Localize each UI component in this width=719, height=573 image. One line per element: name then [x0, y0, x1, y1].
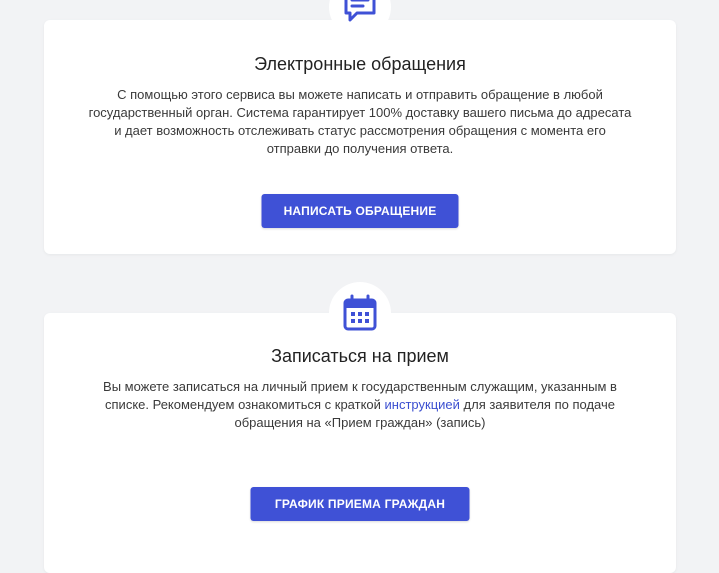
- write-appeal-button[interactable]: НАПИСАТЬ ОБРАЩЕНИЕ: [261, 194, 459, 228]
- reception-text-segment: списке. Рекомендуем ознакомиться с кратк…: [105, 397, 385, 412]
- appeals-icon-badge: [329, 0, 391, 38]
- reception-card: Записаться на прием Вы можете записаться…: [44, 282, 676, 573]
- reception-text-segment: для заявителя по подаче: [459, 397, 615, 412]
- appeals-text-line: отправки до получения ответа.: [266, 141, 454, 156]
- appeals-description: С помощью этого сервиса вы можете написа…: [64, 86, 656, 158]
- reception-description: Вы можете записаться на личный прием к г…: [64, 378, 656, 432]
- reception-text-line: списке. Рекомендуем ознакомиться с кратк…: [64, 396, 656, 414]
- appeals-card: Электронные обращения С помощью этого се…: [44, 0, 676, 254]
- appeals-text-line: С помощью этого сервиса вы можете написа…: [117, 87, 603, 102]
- reception-text-line: Вы можете записаться на личный прием к г…: [103, 379, 617, 394]
- reception-schedule-button[interactable]: ГРАФИК ПРИЕМА ГРАЖДАН: [250, 487, 470, 521]
- appeals-title: Электронные обращения: [254, 54, 466, 74]
- reception-title: Записаться на прием: [271, 346, 449, 366]
- calendar-icon: [343, 294, 377, 331]
- instructions-link[interactable]: инструкцией: [385, 397, 460, 412]
- appeals-text-line: государственный орган. Система гарантиру…: [88, 105, 632, 120]
- message-icon: [344, 0, 376, 22]
- appeals-text-line: и дает возможность отслеживать статус ра…: [114, 123, 606, 138]
- reception-text-line: обращения на «Прием граждан» (запись): [234, 415, 486, 430]
- reception-icon-badge: [329, 282, 391, 344]
